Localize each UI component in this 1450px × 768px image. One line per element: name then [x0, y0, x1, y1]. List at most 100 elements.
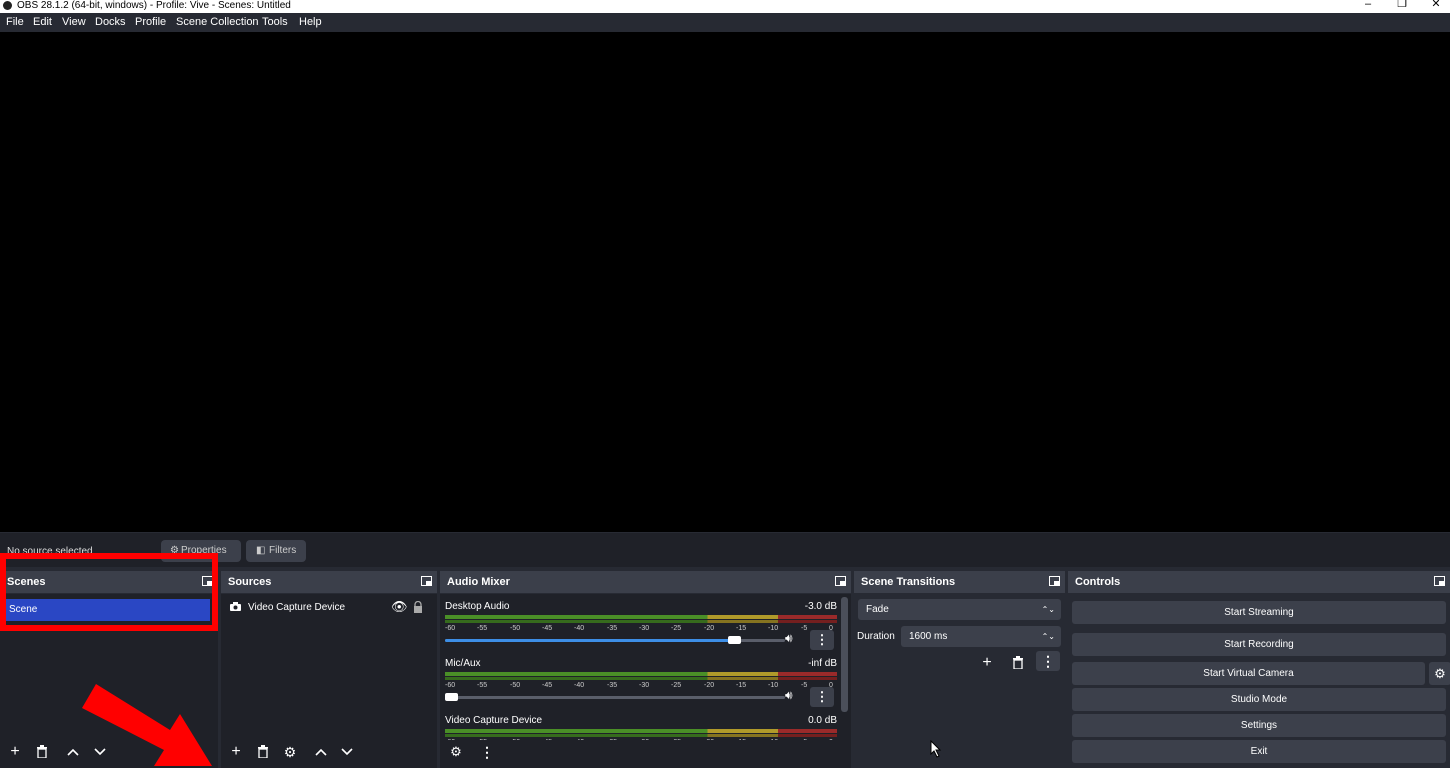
source-properties-button[interactable]: ⚙	[278, 740, 302, 764]
duration-spinbox[interactable]: 1600 ms ⌃⌄	[901, 626, 1061, 647]
source-name: Video Capture Device	[248, 602, 346, 613]
window-title: OBS 28.1.2 (64-bit, windows) - Profile: …	[17, 0, 291, 11]
close-button[interactable]: ✕	[1421, 0, 1450, 11]
chevron-up-icon	[315, 748, 327, 756]
meter-tick-label: -55	[477, 625, 488, 632]
menu-scene-collection[interactable]: Scene Collection	[176, 16, 259, 28]
spin-arrows-icon[interactable]: ⌃⌄	[1042, 626, 1055, 647]
virtual-camera-settings-button[interactable]: ⚙	[1429, 662, 1450, 685]
channel-name: Mic/Aux	[445, 658, 481, 669]
eye-icon[interactable]: 👁	[391, 599, 408, 615]
audio-mixer-dock: Audio Mixer Desktop Audio -3.0 dB -60 -55…	[440, 571, 851, 768]
add-transition-button[interactable]: +	[975, 651, 999, 675]
menu-edit[interactable]: Edit	[33, 16, 52, 28]
meter-tick-label: -15	[736, 625, 747, 632]
float-dock-icon[interactable]	[421, 576, 432, 586]
meter-ticks: -60-55-50-45-40-35-30-25-20-15-10-50	[445, 680, 837, 692]
move-source-down-button[interactable]	[335, 740, 359, 764]
volume-slider[interactable]	[445, 636, 785, 644]
mixer-menu-button[interactable]: ⋮	[475, 740, 499, 764]
updown-icon: ⌃⌄	[1041, 605, 1055, 614]
channel-db: -3.0 dB	[804, 601, 837, 612]
minimize-button[interactable]: –	[1353, 0, 1383, 11]
highlight-box	[0, 553, 218, 631]
sources-header: Sources	[221, 571, 437, 593]
transition-select[interactable]: Fade ⌃⌄	[858, 599, 1061, 620]
duration-label: Duration	[857, 631, 895, 642]
add-scene-button[interactable]: +	[3, 740, 27, 764]
add-source-button[interactable]: +	[224, 740, 248, 764]
scene-transitions-dock: Scene Transitions Fade ⌃⌄ Duration 1600 …	[854, 571, 1065, 768]
remove-transition-button[interactable]	[1006, 651, 1030, 675]
duration-value: 1600 ms	[909, 631, 948, 642]
controls-header: Controls	[1068, 571, 1450, 593]
mixer-channel: Desktop Audio -3.0 dB -60 -55 -50 -45 -40 -35…	[445, 601, 837, 651]
channel-name: Desktop Audio	[445, 601, 510, 612]
volume-meter	[445, 729, 837, 733]
menu-file[interactable]: File	[6, 16, 24, 28]
meter-tick-label: -50	[510, 625, 521, 632]
channel-db: -inf dB	[808, 658, 837, 669]
transitions-header: Scene Transitions	[854, 571, 1065, 593]
preview-canvas[interactable]	[0, 32, 1450, 532]
mixer-channel: Mic/Aux -inf dB -60 -55 -50 -45 -40 -35 -30 -25…	[445, 658, 837, 708]
exit-button[interactable]: Exit	[1072, 740, 1446, 763]
filter-icon: ◧	[256, 545, 266, 556]
audio-mixer-header: Audio Mixer	[440, 571, 851, 593]
camera-icon	[230, 602, 241, 614]
chevron-up-icon	[67, 748, 79, 756]
restore-button[interactable]: ❐	[1387, 0, 1417, 11]
controls-dock: Controls Start Streaming Start Recording…	[1068, 571, 1450, 768]
start-recording-button[interactable]: Start Recording	[1072, 633, 1446, 656]
volume-meter	[445, 615, 837, 619]
advanced-audio-button[interactable]: ⚙	[444, 740, 468, 764]
meter-tick-label: -50	[510, 682, 521, 689]
sources-toolbar: + ⚙	[221, 740, 437, 766]
float-dock-icon[interactable]	[1049, 576, 1060, 586]
menu-profile[interactable]: Profile	[135, 16, 166, 28]
mixer-scrollbar[interactable]	[841, 597, 848, 712]
start-streaming-button[interactable]: Start Streaming	[1072, 601, 1446, 624]
speaker-icon[interactable]: 🔊︎	[785, 688, 793, 703]
channel-name: Video Capture Device	[445, 715, 543, 726]
controls-title: Controls	[1075, 576, 1121, 588]
menu-docks[interactable]: Docks	[95, 16, 126, 28]
mouse-cursor-icon	[930, 740, 942, 758]
channel-menu-button[interactable]: ⋮	[810, 687, 834, 707]
start-virtual-camera-button[interactable]: Start Virtual Camera	[1072, 662, 1425, 685]
studio-mode-button[interactable]: Studio Mode	[1072, 688, 1446, 711]
remove-source-button[interactable]	[251, 740, 275, 764]
menu-view[interactable]: View	[62, 16, 86, 28]
source-item[interactable]: Video Capture Device 👁	[221, 599, 437, 619]
channel-menu-button[interactable]: ⋮	[810, 630, 834, 650]
meter-tick-label: -5	[801, 625, 808, 632]
remove-scene-button[interactable]	[30, 740, 54, 764]
meter-tick-label: -35	[607, 625, 618, 632]
lock-icon[interactable]	[413, 600, 423, 616]
float-dock-icon[interactable]	[1434, 576, 1445, 586]
filters-button[interactable]: ◧ Filters	[246, 540, 306, 562]
meter-tick-label: -30	[639, 625, 650, 632]
volume-slider[interactable]	[445, 693, 785, 701]
meter-tick-label: -10	[768, 625, 779, 632]
meter-tick-label: -15	[736, 682, 747, 689]
meter-tick-label: -55	[477, 682, 488, 689]
transition-menu-button[interactable]: ⋮	[1036, 651, 1060, 671]
speaker-icon[interactable]: 🔊︎	[785, 631, 793, 646]
volume-meter	[445, 672, 837, 676]
meter-ticks: -60-55-50-45-40-35-30-25-20-15-10-50	[445, 623, 837, 635]
menu-help[interactable]: Help	[299, 16, 322, 28]
audio-mixer-title: Audio Mixer	[447, 576, 510, 588]
sources-dock: Sources Video Capture Device 👁 + ⚙	[221, 571, 437, 768]
meter-tick-label: -45	[542, 625, 553, 632]
meter-tick-label: -30	[639, 682, 650, 689]
sources-title: Sources	[228, 576, 272, 588]
move-source-up-button[interactable]	[309, 740, 333, 764]
trash-icon	[37, 745, 47, 759]
menu-tools[interactable]: Tools	[262, 16, 288, 28]
obs-logo-icon	[3, 1, 12, 10]
float-dock-icon[interactable]	[835, 576, 846, 586]
meter-tick-label: -35	[607, 682, 618, 689]
transitions-body	[854, 594, 1065, 768]
settings-button[interactable]: Settings	[1072, 714, 1446, 737]
